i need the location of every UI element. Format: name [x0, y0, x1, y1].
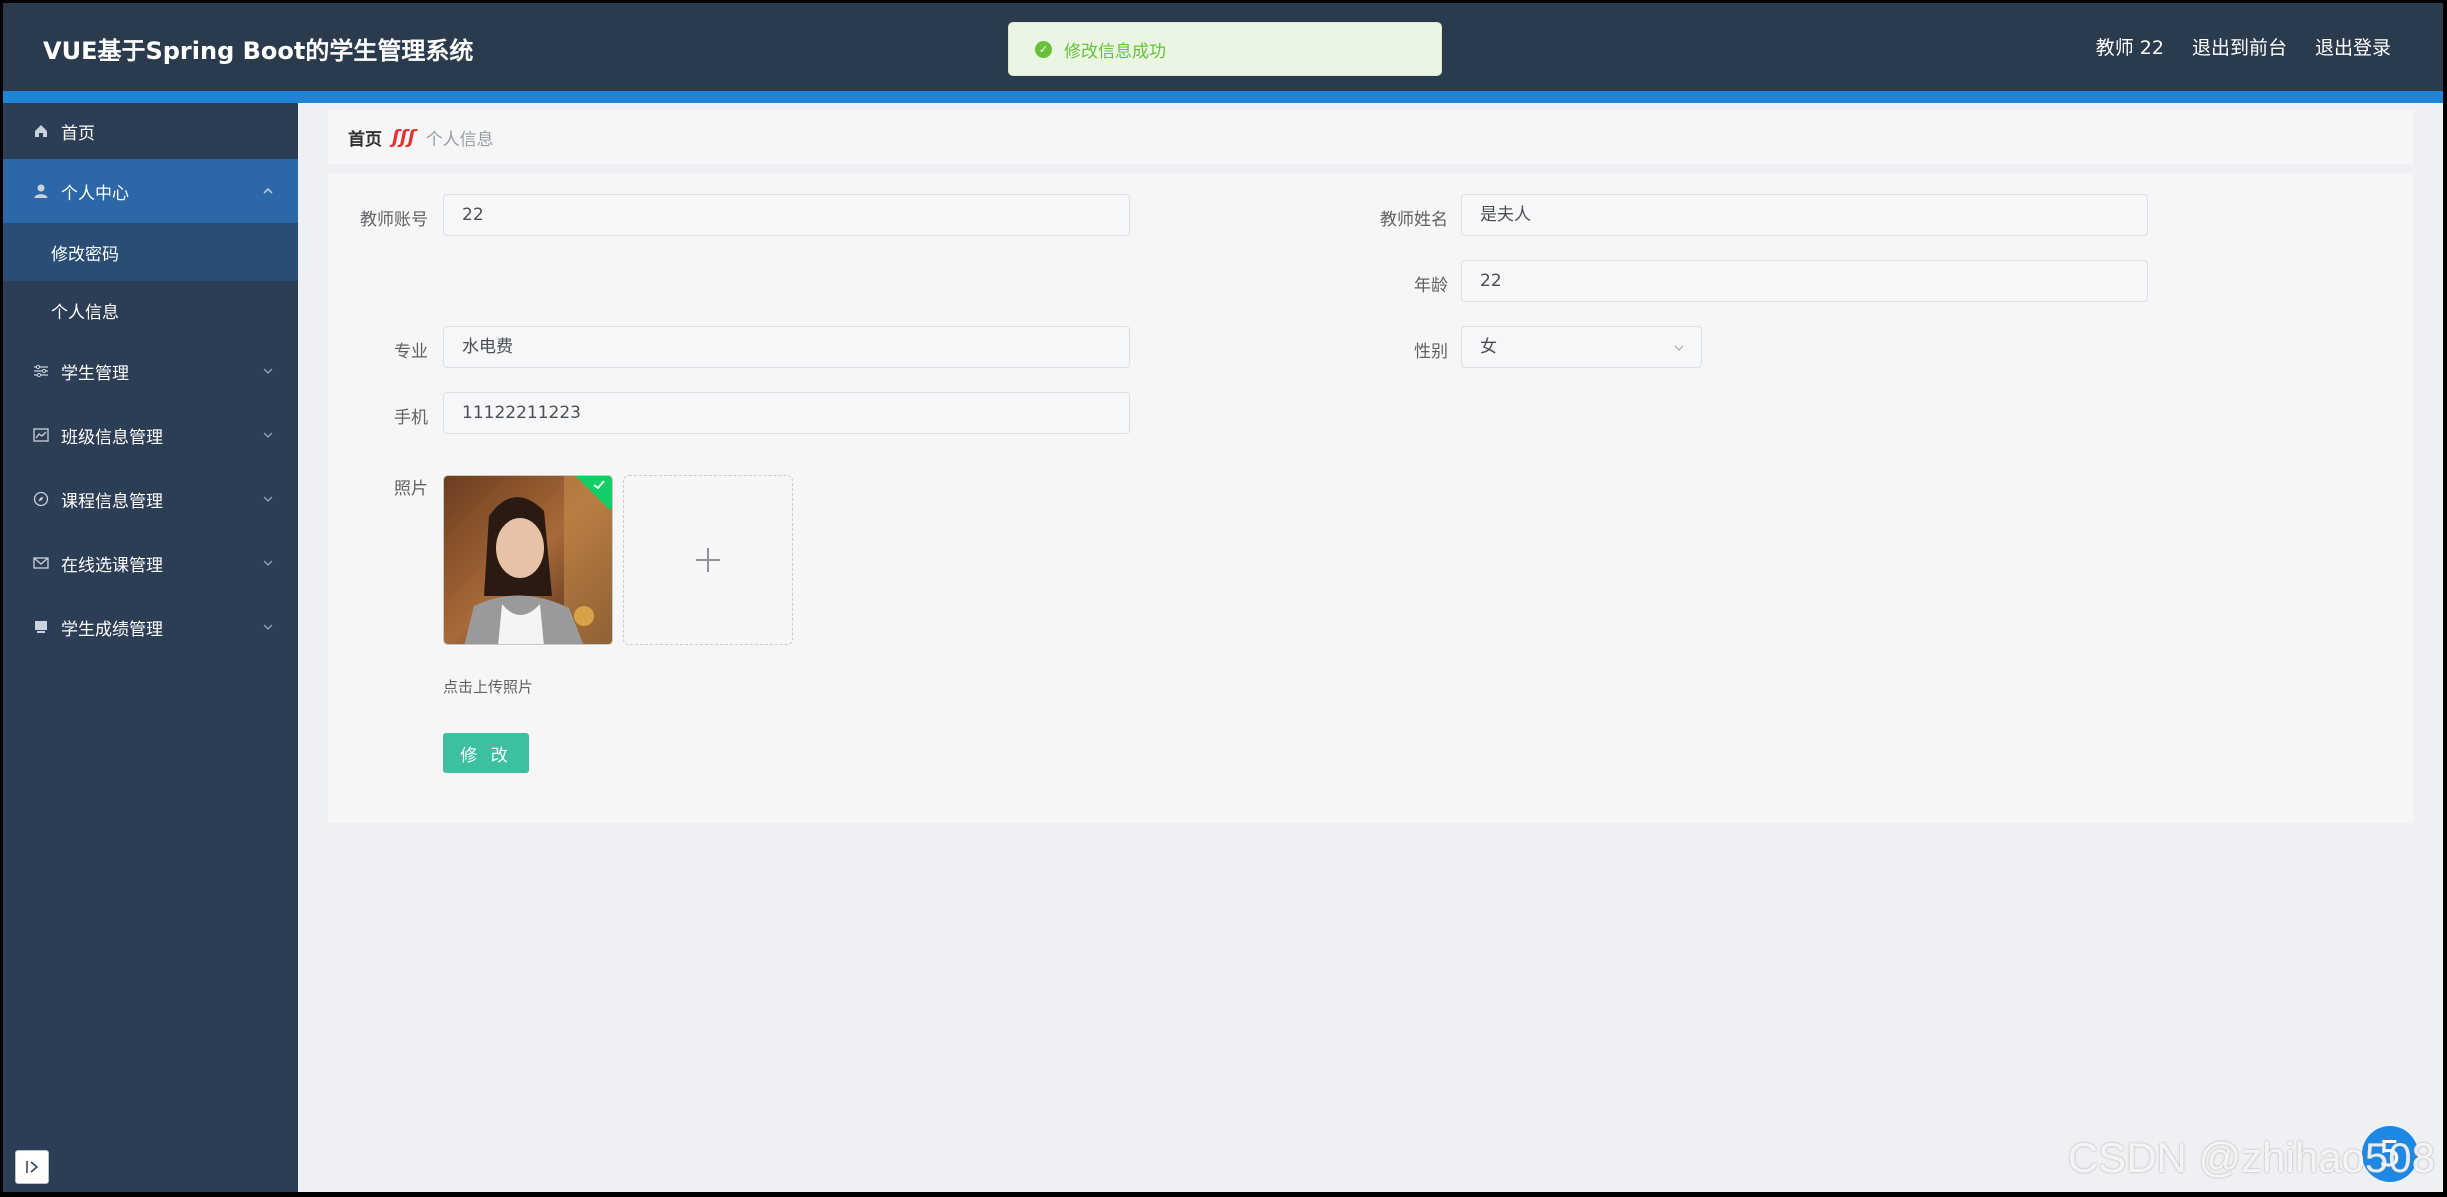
sidebar-item-online-selection[interactable]: 在线选课管理	[3, 531, 298, 595]
sidebar-item-course-management[interactable]: 课程信息管理	[3, 467, 298, 531]
breadcrumb-home[interactable]: 首页	[348, 125, 382, 150]
app-title: VUE基于Spring Boot的学生管理系统	[43, 37, 474, 65]
chart-icon	[33, 427, 49, 443]
sidebar-item-label: 班级信息管理	[61, 427, 163, 448]
sidebar-item-label: 在线选课管理	[61, 555, 163, 576]
gender-select[interactable]: 女	[1461, 326, 1702, 368]
logout-link[interactable]: 退出登录	[2315, 33, 2391, 60]
breadcrumb: 首页 ʃʃʃ 个人信息	[328, 110, 2414, 164]
gender-label: 性别	[1414, 342, 1448, 362]
profile-form-card: 教师账号 22 教师姓名 是夫人 年龄 22 专业 水电费 性别 女 手机 11…	[328, 173, 2414, 823]
chevron-up-icon	[263, 187, 273, 194]
app-frame: VUE基于Spring Boot的学生管理系统 教师 22 退出到前台 退出登录…	[3, 3, 2443, 1192]
sidebar-item-label: 首页	[61, 123, 95, 144]
mail-icon	[33, 555, 49, 571]
compass-icon	[33, 491, 49, 507]
uploaded-photo[interactable]	[443, 475, 613, 645]
header-stripe	[3, 91, 2443, 103]
sidebar-item-label: 学生成绩管理	[61, 619, 163, 640]
breadcrumb-separator-icon: ʃʃʃ	[392, 126, 416, 148]
name-field[interactable]: 是夫人	[1461, 194, 2148, 236]
sidebar-item-label: 个人中心	[61, 183, 129, 204]
sidebar-item-label: 课程信息管理	[61, 491, 163, 512]
phone-field[interactable]: 11122211223	[443, 392, 1130, 434]
csdn-watermark: CSDN @zhihao508	[2067, 1134, 2435, 1181]
current-user: 教师 22	[2095, 37, 2164, 59]
collapse-icon	[26, 1161, 39, 1173]
back-to-front-link[interactable]: 退出到前台	[2192, 33, 2287, 60]
check-circle-icon: ✓	[1035, 40, 1052, 58]
name-label: 教师姓名	[1380, 210, 1448, 230]
chevron-down-icon	[263, 496, 273, 503]
sidebar-item-class-management[interactable]: 班级信息管理	[3, 403, 298, 467]
sidebar: 首页 个人中心 修改密码 个人信息 学生管理 班级信息管理 课程信息管理 在线选…	[3, 103, 298, 1192]
main-content: 首页 ʃʃʃ 个人信息 教师账号 22 教师姓名 是夫人 年龄 22 专业 水电…	[298, 103, 2443, 1192]
major-label: 专业	[394, 342, 428, 362]
plus-icon	[696, 548, 720, 572]
chevron-down-icon	[263, 624, 273, 631]
check-icon	[593, 480, 605, 490]
age-field[interactable]: 22	[1461, 260, 2148, 302]
user-icon	[33, 183, 49, 199]
age-label: 年龄	[1414, 276, 1448, 296]
sidebar-item-label: 学生管理	[61, 363, 129, 384]
sidebar-item-student-management[interactable]: 学生管理	[3, 339, 298, 403]
chevron-down-icon	[263, 432, 273, 439]
chevron-down-icon	[263, 368, 273, 375]
sidebar-subitem-personal-info[interactable]: 个人信息	[3, 281, 298, 339]
header-actions: 教师 22 退出到前台 退出登录	[2096, 33, 2391, 60]
account-field[interactable]: 22	[443, 194, 1130, 236]
breadcrumb-current: 个人信息	[425, 129, 494, 150]
success-toast: ✓ 修改信息成功	[1008, 22, 1442, 76]
sliders-icon	[33, 363, 49, 379]
sidebar-item-personal-center[interactable]: 个人中心	[3, 159, 298, 223]
photo-label: 照片	[394, 479, 428, 499]
document-icon	[33, 619, 49, 635]
account-label: 教师账号	[360, 210, 428, 230]
gender-value: 女	[1480, 337, 1497, 357]
sidebar-item-home[interactable]: 首页	[3, 103, 298, 159]
upload-hint: 点击上传照片	[443, 678, 534, 696]
portrait-image	[444, 476, 612, 644]
chevron-down-icon	[1674, 345, 1684, 351]
home-icon	[33, 123, 49, 139]
toast-message: 修改信息成功	[1064, 41, 1166, 62]
phone-label: 手机	[394, 408, 428, 428]
submit-button[interactable]: 修 改	[443, 733, 529, 773]
sidebar-collapse-button[interactable]	[15, 1150, 49, 1184]
photo-upload-button[interactable]	[623, 475, 793, 645]
sidebar-item-grade-management[interactable]: 学生成绩管理	[3, 595, 298, 659]
chevron-down-icon	[263, 560, 273, 567]
major-field[interactable]: 水电费	[443, 326, 1130, 368]
sidebar-subitem-change-password[interactable]: 修改密码	[3, 223, 298, 281]
